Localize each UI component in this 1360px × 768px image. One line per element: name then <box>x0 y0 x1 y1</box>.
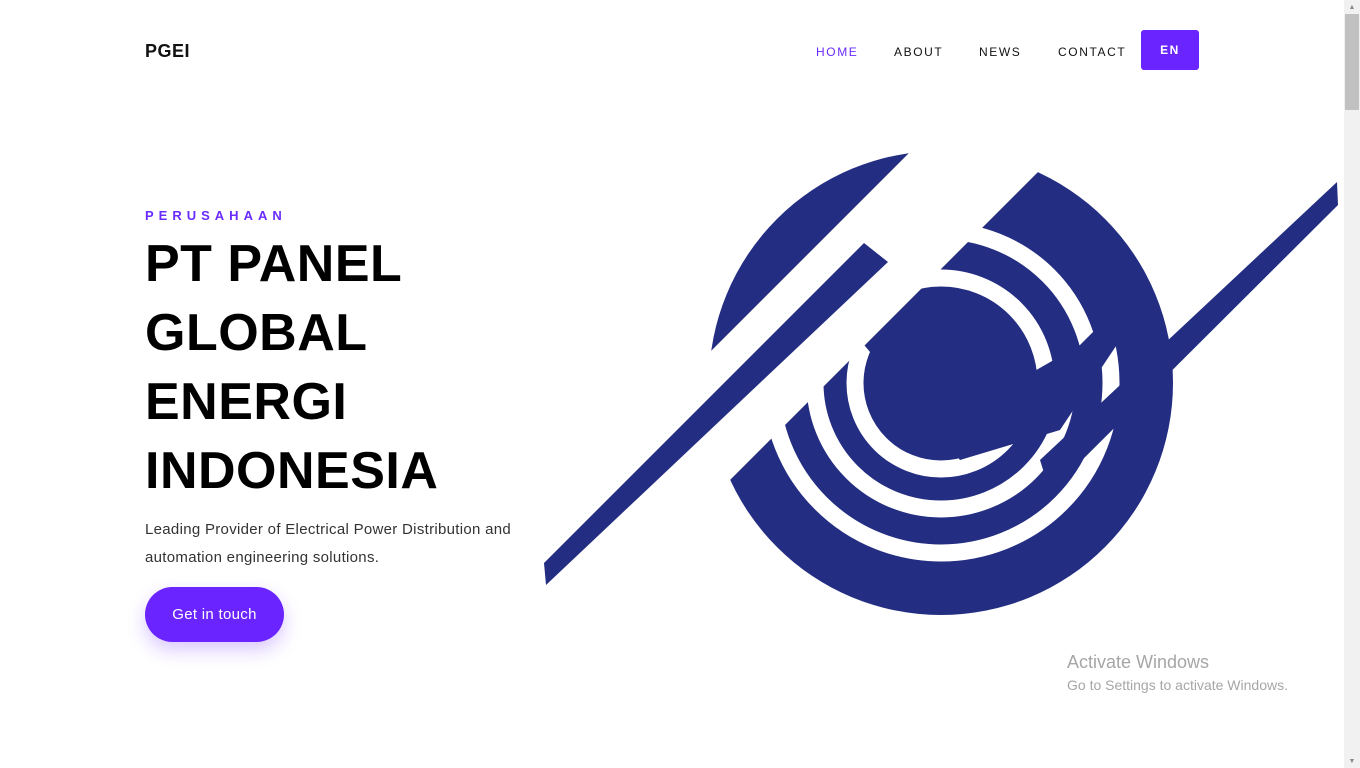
main-nav: HOME ABOUT NEWS CONTACT EN <box>0 30 1344 70</box>
watermark-subtitle: Go to Settings to activate Windows. <box>1067 677 1288 693</box>
scroll-up-icon[interactable]: ▲ <box>1344 0 1360 14</box>
hero-eyebrow: PERUSAHAAN <box>145 208 287 223</box>
hero-title-line: INDONESIA <box>145 442 439 500</box>
hero-description: Leading Provider of Electrical Power Dis… <box>145 521 512 566</box>
logo-stripe-mid <box>651 235 1233 536</box>
nav-link-about[interactable]: ABOUT <box>894 45 943 59</box>
page: PGEI HOME ABOUT NEWS CONTACT EN PERUSAHA… <box>0 0 1360 768</box>
logo-arc-lr-2 <box>806 248 1076 518</box>
windows-activation-watermark: Activate Windows Go to Settings to activ… <box>1067 651 1288 697</box>
logo-arc-ul-2 <box>827 269 1055 490</box>
nav-link-news[interactable]: NEWS <box>979 45 1021 59</box>
hero-title-line: PT PANEL <box>145 235 403 293</box>
logo-white-gap-2 <box>628 0 1210 540</box>
hero-title-line: ENERGI <box>145 373 348 431</box>
hero-title-line: GLOBAL <box>145 304 368 362</box>
nav-link-home[interactable]: HOME <box>816 45 858 59</box>
scrollbar-thumb[interactable] <box>1345 14 1359 110</box>
vertical-scrollbar[interactable]: ▲ ▼ <box>1344 0 1360 768</box>
logo-circle <box>709 151 1173 615</box>
watermark-title: Activate Windows <box>1067 652 1210 672</box>
scroll-down-icon[interactable]: ▼ <box>1344 754 1360 768</box>
logo-white-gap-3 <box>520 0 1140 600</box>
logo-stripe-mid-diag <box>651 0 1233 536</box>
logo-stripe-long <box>544 243 888 585</box>
hero-title: PT PANEL GLOBAL ENERGI INDONESIA <box>145 230 565 506</box>
logo-arc-lr-3 <box>846 288 1036 478</box>
logo-arc-lr-1 <box>762 204 1120 562</box>
nav-link-contact[interactable]: CONTACT <box>1058 45 1126 59</box>
language-button[interactable]: EN <box>1141 30 1199 70</box>
get-in-touch-button[interactable]: Get in touch <box>145 587 284 642</box>
logo-arc-ul-1 <box>780 222 1102 490</box>
logo-stripe-right <box>1040 182 1338 492</box>
